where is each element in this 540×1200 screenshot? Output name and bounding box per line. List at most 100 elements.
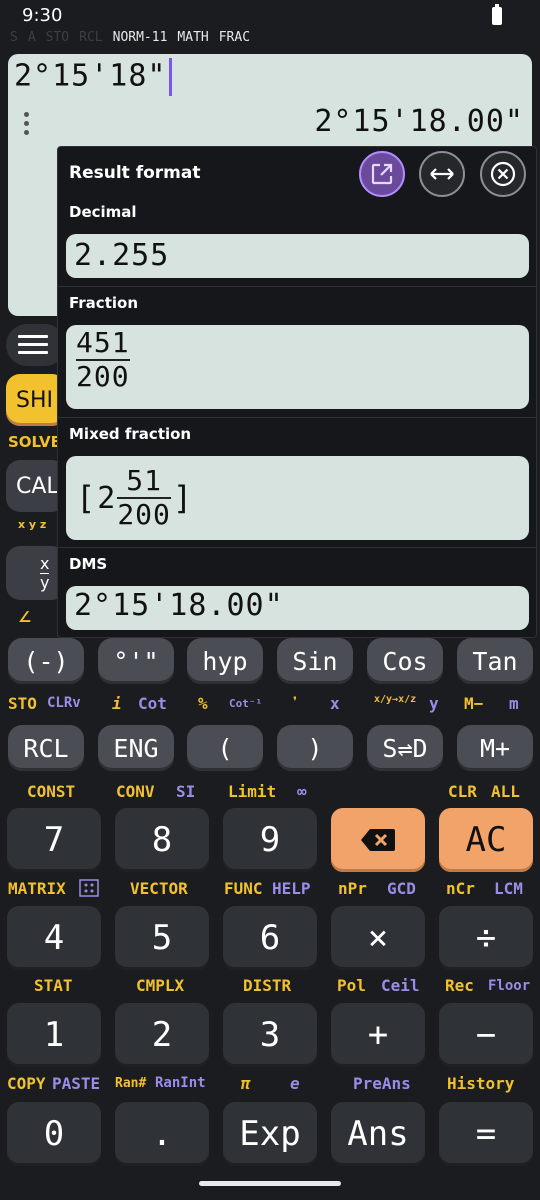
vector-label: VECTOR [130,879,188,898]
mixed-fraction-label: Mixed fraction [69,425,192,443]
multiply-button[interactable]: × [331,906,425,970]
help-label: HELP [272,879,311,898]
cot-inverse-label: Cot⁻¹ [229,697,263,710]
stat-label: STAT [34,976,73,995]
mixed-fraction-field[interactable]: [ 2 51 200 ] [66,456,529,540]
hyp-button[interactable]: hyp [187,638,263,684]
dms-value: 2°15'18.00" [74,588,284,623]
dms-field[interactable]: 2°15'18.00" [66,586,529,630]
swap-button[interactable] [419,151,465,197]
infinity-label: ∞ [297,782,307,801]
fraction-field[interactable]: 451 200 [66,325,529,409]
digit-9-button[interactable]: 9 [223,808,317,872]
swap-arrows-icon [430,168,454,180]
decimal-value: 2.255 [74,238,170,273]
indicator-frac: FRAC [218,30,251,45]
gesture-nav-bar[interactable] [199,1181,341,1186]
result-format-popup: Result format Decimal 2.255 Fraction 451… [57,146,537,638]
rec-label: Rec [445,976,474,995]
m-label: m [509,694,519,713]
popup-title: Result format [69,163,201,183]
mixed-numerator: 51 [126,464,162,497]
mode-indicators: S A STO RCL NORM-11 MATH FRAC [10,30,250,50]
indicator-s: S [10,30,18,45]
decimal-label: Decimal [69,203,137,221]
rcl-button[interactable]: RCL [8,725,84,771]
divide-button[interactable]: ÷ [439,906,533,970]
exp-button[interactable]: Exp [223,1102,317,1166]
xy-xz-label: x/y→x/z [374,694,417,705]
limit-label: Limit [228,782,277,801]
paste-label: PASTE [52,1074,101,1093]
comma-label: ❜ [290,693,300,712]
cos-button[interactable]: Cos [367,638,443,684]
fraction-label: Fraction [69,294,138,312]
indicator-norm: NORM-11 [112,30,168,45]
ans-button[interactable]: Ans [331,1102,425,1166]
expression-line[interactable]: 2°15'18" [14,58,172,96]
negate-button[interactable]: (-) [8,638,84,684]
tan-button[interactable]: Tan [457,638,533,684]
clock: 9:30 [22,5,63,26]
divider [58,417,536,418]
ncr-label: nCr [446,879,475,898]
lcm-label: LCM [494,879,523,898]
sin-button[interactable]: Sin [277,638,353,684]
history-label: History [447,1074,515,1093]
si-label: SI [176,782,196,801]
plus-button[interactable]: + [331,1003,425,1067]
gcd-label: GCD [387,879,416,898]
floor-label: Floor [488,978,531,994]
mixed-whole: 2 [97,480,116,516]
digit-3-button[interactable]: 3 [223,1003,317,1067]
equals-button[interactable]: = [439,1102,533,1166]
indicator-a: A [27,30,36,45]
clr-label: CLR [448,782,477,801]
copy-label: COPY [7,1074,46,1093]
i-label: i [112,694,122,713]
close-button[interactable] [480,151,526,197]
all-label: ALL [491,782,520,801]
open-external-button[interactable] [359,151,405,197]
expression-text: 2°15'18" [14,58,167,94]
matrix-grid-icon [79,879,99,901]
status-bar: 9:30 [0,0,540,32]
digit-7-button[interactable]: 7 [7,808,101,872]
decimal-point-button[interactable]: . [115,1102,209,1166]
matrix-label: MATRIX [8,879,66,898]
digit-2-button[interactable]: 2 [115,1003,209,1067]
dms-label: DMS [69,555,108,573]
delete-button[interactable] [331,808,425,872]
digit-4-button[interactable]: 4 [7,906,101,970]
digit-5-button[interactable]: 5 [115,906,209,970]
const-label: CONST [27,782,76,801]
digit-8-button[interactable]: 8 [115,808,209,872]
dms-button[interactable]: °'" [98,638,174,684]
conv-label: CONV [116,782,155,801]
xyz-label: x y z [18,518,47,531]
digit-1-button[interactable]: 1 [7,1003,101,1067]
digit-6-button[interactable]: 6 [223,906,317,970]
decimal-field[interactable]: 2.255 [66,234,529,278]
cmplx-label: CMPLX [136,976,185,995]
right-paren-button[interactable]: ) [277,725,353,771]
s-to-d-button[interactable]: S⇌D [367,725,443,771]
fraction-icon: x y [40,554,50,592]
digit-0-button[interactable]: 0 [7,1102,101,1166]
mixed-close-bracket: ] [172,479,193,517]
pi-label: π [241,1074,251,1093]
left-paren-button[interactable]: ( [187,725,263,771]
m-plus-button[interactable]: M+ [457,725,533,771]
y-label: y [429,694,439,713]
indicator-rcl: RCL [79,30,103,45]
indicator-math: MATH [177,30,209,45]
minus-button[interactable]: − [439,1003,533,1067]
fraction-icon-den: y [40,572,50,592]
more-options-icon[interactable] [24,112,32,139]
all-clear-button[interactable]: AC [439,808,533,872]
result-text: 2°15'18.00" [314,104,524,139]
eng-button[interactable]: ENG [98,725,174,771]
fraction-numerator: 451 [76,326,130,359]
percent-label: % [198,694,208,713]
m-minus-label: M− [464,694,484,713]
